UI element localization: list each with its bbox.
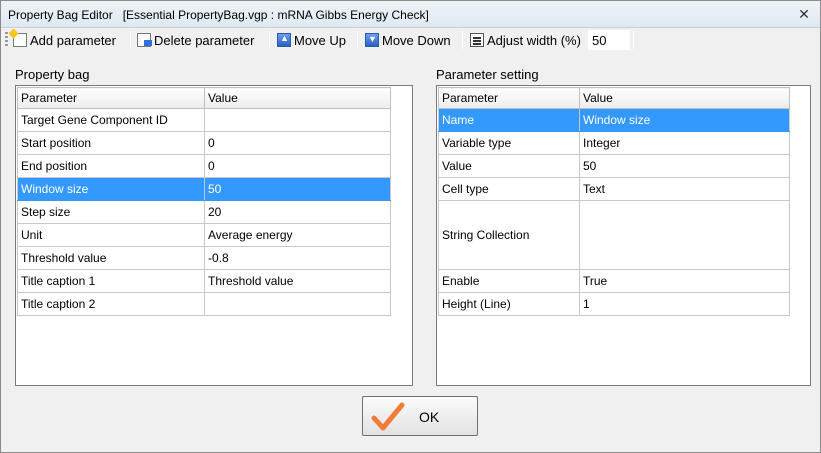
toolbar-separator [633,31,634,49]
parameter-cell[interactable]: Title caption 2 [17,292,205,316]
move-down-button[interactable]: Move Down [365,30,451,50]
delete-parameter-label: Delete parameter [154,32,255,48]
parameter-cell[interactable]: Height (Line) [438,292,580,316]
title-bar[interactable]: Property Bag Editor [Essential PropertyB… [1,1,820,28]
value-cell[interactable]: True [579,269,790,293]
table-row[interactable]: Value 50 [438,154,790,178]
table-row[interactable]: Unit Average energy [17,223,391,247]
table-row[interactable]: Threshold value -0.8 [17,246,391,270]
toolbar-separator [269,31,270,49]
parameter-cell[interactable]: Unit [17,223,205,247]
value-cell[interactable] [204,108,391,132]
value-cell[interactable] [579,200,790,270]
add-parameter-label: Add parameter [30,32,116,48]
parameter-cell[interactable]: Start position [17,131,205,155]
value-cell[interactable]: 50 [579,154,790,178]
table-row[interactable]: Target Gene Component ID [17,108,391,132]
adjust-width-icon [470,33,484,47]
table-header-row: Parameter Value [438,87,790,109]
table-row[interactable]: String Collection [438,200,790,270]
parameter-cell[interactable]: Step size [17,200,205,224]
table-row[interactable]: Cell type Text [438,177,790,201]
parameter-cell[interactable]: End position [17,154,205,178]
toolbar-separator [357,31,358,49]
column-header-value[interactable]: Value [204,87,391,109]
toolbar-grip[interactable] [5,32,8,48]
window-title: Property Bag Editor [Essential PropertyB… [8,8,429,22]
value-cell[interactable]: Average energy [204,223,391,247]
value-cell[interactable]: 0 [204,154,391,178]
property-bag-grid[interactable]: Parameter Value Target Gene Component ID… [15,85,413,386]
value-cell[interactable]: Window size [579,108,790,132]
column-header-value[interactable]: Value [579,87,790,109]
toolbar: Add parameter Delete parameter Move Up M… [1,28,820,52]
column-header-parameter[interactable]: Parameter [438,87,580,109]
close-icon[interactable]: ✕ [796,6,812,22]
move-up-button[interactable]: Move Up [277,30,346,50]
parameter-setting-table: Parameter Value Name Window size Variable … [438,87,790,316]
delete-document-icon [137,33,152,47]
move-up-label: Move Up [294,32,347,48]
adjust-width-button[interactable]: Adjust width (%) [470,30,581,50]
value-cell[interactable] [204,292,391,316]
value-cell[interactable]: 1 [579,292,790,316]
checkmark-icon [371,402,405,431]
table-row[interactable]: Enable True [438,269,790,293]
parameter-cell[interactable]: Title caption 1 [17,269,205,293]
parameter-cell[interactable]: Window size [17,177,205,201]
table-row[interactable]: End position 0 [17,154,391,178]
value-cell[interactable]: 0 [204,131,391,155]
value-cell[interactable]: 20 [204,200,391,224]
value-cell[interactable]: 50 [204,177,391,201]
adjust-width-label: Adjust width (%) [487,32,581,48]
parameter-cell[interactable]: String Collection [438,200,580,270]
ok-button-label: OK [419,409,440,425]
table-row[interactable]: Title caption 1 Threshold value [17,269,391,293]
property-bag-editor-window: Property Bag Editor [Essential PropertyB… [0,0,821,453]
parameter-setting-grid[interactable]: Parameter Value Name Window size Variable … [436,85,811,386]
value-cell[interactable]: -0.8 [204,246,391,270]
move-down-label: Move Down [382,32,451,48]
table-row[interactable]: Height (Line) 1 [438,292,790,316]
value-cell[interactable]: Integer [579,131,790,155]
parameter-cell[interactable]: Target Gene Component ID [17,108,205,132]
parameter-cell[interactable]: Cell type [438,177,580,201]
add-parameter-button[interactable]: Add parameter [13,30,116,50]
toolbar-separator [462,31,463,49]
table-row[interactable]: Window size 50 [17,177,391,201]
value-cell[interactable]: Text [579,177,790,201]
column-header-parameter[interactable]: Parameter [17,87,205,109]
table-row[interactable]: Name Window size [438,108,790,132]
parameter-cell[interactable]: Enable [438,269,580,293]
arrow-down-icon [365,33,379,47]
property-bag-table: Parameter Value Target Gene Component ID… [17,87,391,316]
table-row[interactable]: Step size 20 [17,200,391,224]
property-bag-label: Property bag [15,67,90,82]
table-row[interactable]: Title caption 2 [17,292,391,316]
add-document-icon [13,33,27,47]
parameter-cell[interactable]: Variable type [438,131,580,155]
parameter-setting-label: Parameter setting [436,67,539,82]
parameter-cell[interactable]: Value [438,154,580,178]
arrow-up-icon [277,33,291,47]
delete-parameter-button[interactable]: Delete parameter [137,30,254,50]
adjust-width-input[interactable] [588,30,630,50]
table-row[interactable]: Variable type Integer [438,131,790,155]
table-header-row: Parameter Value [17,87,391,109]
table-row[interactable]: Start position 0 [17,131,391,155]
parameter-cell[interactable]: Name [438,108,580,132]
value-cell[interactable]: Threshold value [204,269,391,293]
ok-button[interactable]: OK [362,396,478,436]
parameter-cell[interactable]: Threshold value [17,246,205,270]
toolbar-separator [130,31,131,49]
